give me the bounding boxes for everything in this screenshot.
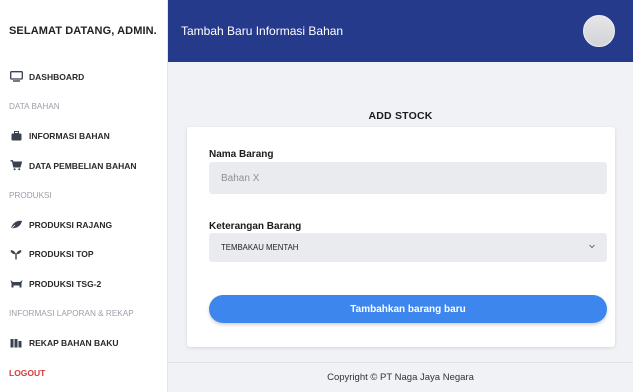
- avatar[interactable]: [583, 15, 615, 47]
- sidebar-item-label: DATA PEMBELIAN BAHAN: [29, 160, 137, 171]
- sidebar-item-label: PRODUKSI TSG-2: [29, 278, 102, 289]
- tambahkan-barang-button[interactable]: Tambahkan barang baru: [209, 295, 607, 323]
- nama-barang-label: Nama Barang: [209, 149, 274, 160]
- logout-link[interactable]: LOGOUT: [0, 358, 168, 388]
- keterangan-barang-label: Keterangan Barang: [209, 221, 302, 232]
- section-produksi: PRODUKSI: [9, 190, 52, 200]
- sidebar-item-produksi-top[interactable]: PRODUKSI TOP: [0, 240, 168, 270]
- cattle-icon: [9, 278, 23, 290]
- sidebar-item-data-pembelian[interactable]: DATA PEMBELIAN BAHAN: [0, 151, 168, 181]
- copyright-text: Copyright © PT Naga Jaya Negara: [327, 372, 474, 383]
- monitor-icon: [9, 71, 23, 83]
- sidebar-item-label: INFORMASI BAHAN: [29, 130, 110, 141]
- sidebar-item-produksi-rajang[interactable]: PRODUKSI RAJANG: [0, 210, 168, 240]
- briefcase-icon: [9, 130, 23, 142]
- top-header: Tambah Baru Informasi Bahan: [168, 0, 633, 62]
- sidebar-item-label: DASHBOARD: [29, 71, 85, 82]
- footer: Copyright © PT Naga Jaya Negara: [168, 362, 633, 392]
- sidebar-item-label: PRODUKSI TOP: [29, 249, 94, 260]
- sidebar-item-produksi-tsg2[interactable]: PRODUKSI TSG-2: [0, 269, 168, 299]
- main-content: ADD STOCK Nama Barang Keterangan Barang …: [168, 62, 633, 362]
- sidebar-item-rekap-bahan-baku[interactable]: REKAP BAHAN BAKU: [0, 328, 168, 358]
- sprout-icon: [9, 248, 23, 260]
- sidebar-item-dashboard[interactable]: DASHBOARD: [0, 62, 168, 92]
- chevron-down-icon: [587, 241, 597, 251]
- form-title: ADD STOCK: [368, 110, 433, 122]
- page-title: Tambah Baru Informasi Bahan: [181, 24, 344, 38]
- sidebar-nav: DASHBOARD DATA BAHAN INFORMASI BAHAN DAT…: [0, 62, 168, 388]
- sidebar-item-label: REKAP BAHAN BAKU: [29, 338, 119, 349]
- nama-barang-input[interactable]: [209, 162, 607, 194]
- add-stock-card: Nama Barang Keterangan Barang TEMBAKAU M…: [187, 127, 615, 347]
- select-value: TEMBAKAU MENTAH: [221, 243, 299, 252]
- keterangan-barang-select[interactable]: TEMBAKAU MENTAH: [209, 233, 607, 262]
- section-informasi-laporan: INFORMASI LAPORAN & REKAP: [9, 309, 134, 319]
- sidebar: SELAMAT DATANG, ADMIN. DASHBOARD DATA BA…: [0, 0, 168, 392]
- welcome-text: SELAMAT DATANG, ADMIN.: [9, 25, 157, 37]
- sidebar-item-informasi-bahan[interactable]: INFORMASI BAHAN: [0, 121, 168, 151]
- cart-icon: [9, 160, 23, 172]
- sidebar-item-label: PRODUKSI RAJANG: [29, 219, 113, 230]
- section-data-bahan: DATA BAHAN: [9, 101, 60, 111]
- leaf-icon: [9, 219, 23, 231]
- boxes-icon: [9, 337, 23, 349]
